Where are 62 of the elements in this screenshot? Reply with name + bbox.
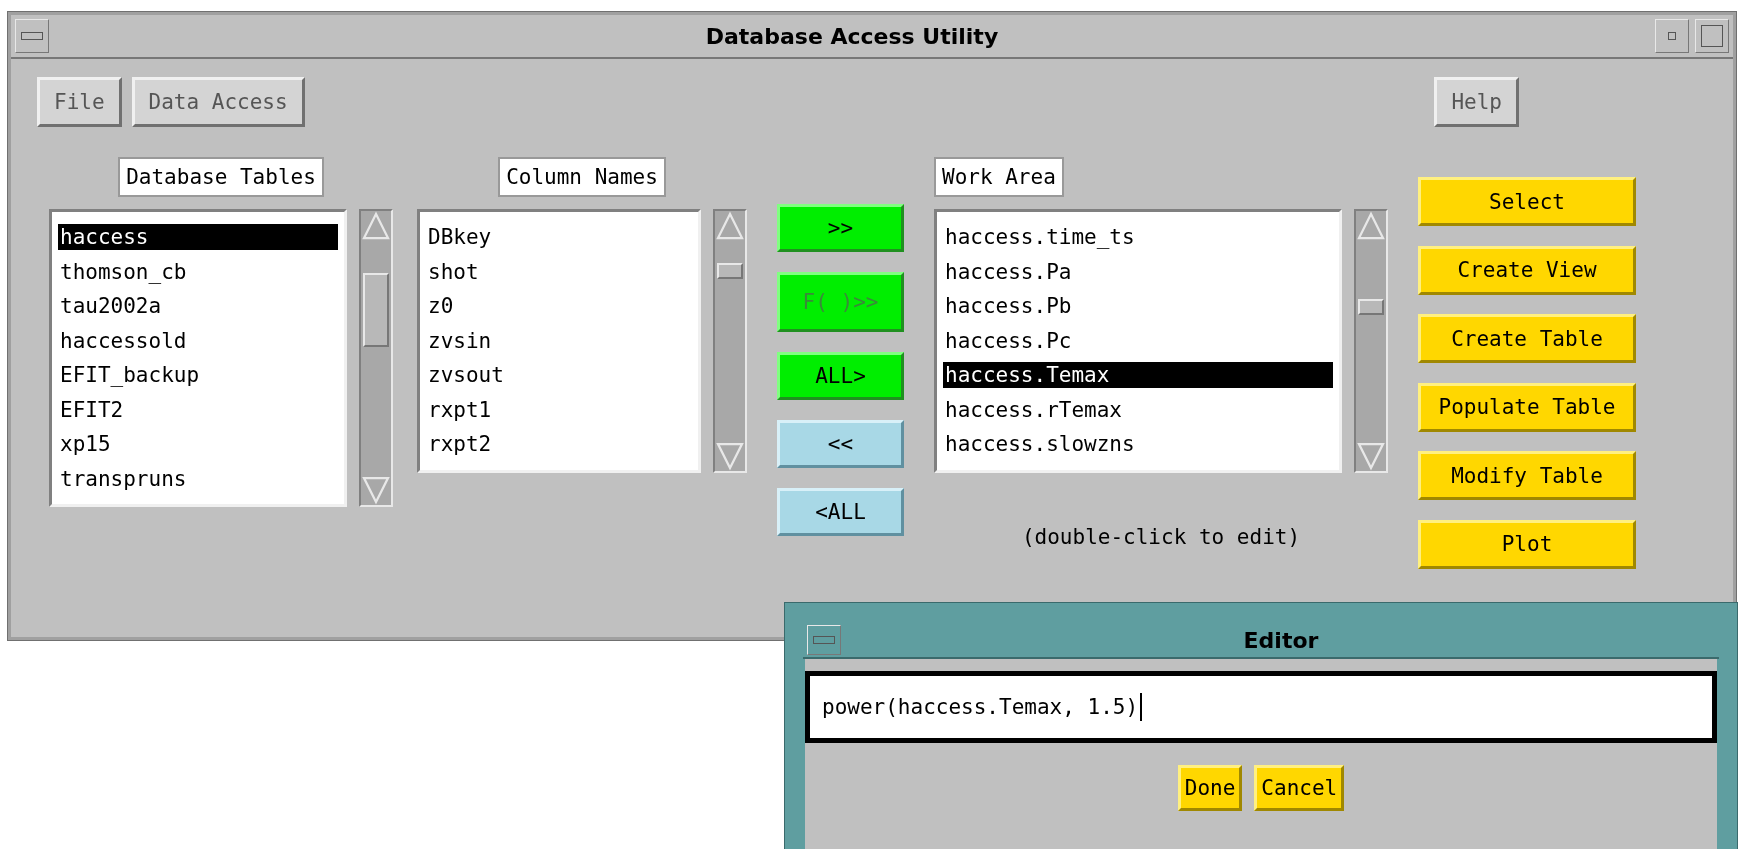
list-item[interactable]: thomson_cb — [58, 254, 338, 289]
list-item[interactable]: tau2002a — [58, 289, 338, 324]
window-title: Editor — [1242, 627, 1320, 653]
window-title: Database Access Utility — [704, 23, 1000, 49]
list-item[interactable]: rxpt1 — [426, 392, 692, 427]
action-button[interactable]: Select — [1418, 177, 1636, 226]
dialog-button[interactable]: Cancel — [1254, 765, 1345, 811]
action-button[interactable]: Plot — [1418, 519, 1636, 569]
transfer-button[interactable]: << — [777, 420, 904, 468]
list-label: Database Tables — [118, 157, 324, 197]
action-button[interactable]: Modify Table — [1418, 451, 1636, 500]
scroll-up-icon[interactable] — [1356, 211, 1386, 241]
list-item[interactable]: transpruns — [58, 461, 338, 496]
scrollbar[interactable] — [359, 209, 393, 507]
menu-button[interactable]: File — [37, 77, 122, 127]
window-menu-icon[interactable] — [807, 625, 841, 655]
list-label: Work Area — [934, 157, 1064, 197]
scroll-thumb[interactable] — [717, 263, 743, 279]
dialog-button[interactable]: Done — [1177, 765, 1243, 811]
list-item[interactable]: haccess.rTemax — [943, 392, 1333, 427]
list-item[interactable]: EFIT_backup — [58, 358, 338, 393]
list-item[interactable]: haccess.Temax — [943, 362, 1333, 388]
transfer-button[interactable]: >> — [777, 204, 904, 252]
window-menu-icon[interactable] — [15, 19, 49, 53]
action-button[interactable]: Create View — [1418, 245, 1636, 295]
minimize-icon[interactable] — [1655, 19, 1689, 53]
list-item[interactable]: haccess.time_ts — [943, 220, 1333, 255]
list-item[interactable]: haccess.Pb — [943, 289, 1333, 324]
scroll-down-icon[interactable] — [1356, 440, 1386, 471]
scroll-thumb[interactable] — [363, 273, 389, 347]
list-item[interactable]: haccess.slowzns — [943, 427, 1333, 462]
list-item[interactable]: zvsin — [426, 323, 692, 358]
field-value: power(haccess.Temax, 1.5) — [822, 695, 1139, 719]
menu-button[interactable]: Data Access — [131, 77, 305, 127]
transfer-button[interactable]: <ALL — [777, 488, 904, 536]
list-item[interactable]: zvsout — [426, 358, 692, 393]
transfer-button[interactable]: ALL> — [777, 352, 904, 400]
scroll-thumb[interactable] — [1358, 299, 1384, 315]
list-item[interactable]: z0 — [426, 289, 692, 324]
action-button[interactable]: Populate Table — [1418, 382, 1636, 432]
list-item[interactable]: rxpt2 — [426, 427, 692, 462]
scrollbar[interactable] — [713, 209, 747, 473]
list-item[interactable]: xp15 — [58, 427, 338, 462]
scroll-up-icon[interactable] — [715, 211, 745, 241]
text-cursor-icon — [1140, 693, 1143, 721]
scroll-down-icon[interactable] — [361, 475, 391, 505]
help-button[interactable]: Help — [1434, 77, 1519, 127]
list-item[interactable]: haccessold — [58, 323, 338, 358]
scroll-down-icon[interactable] — [715, 440, 745, 471]
list-item[interactable]: EFIT2 — [58, 392, 338, 427]
list-item[interactable]: haccess.Pc — [943, 323, 1333, 358]
list-item[interactable]: shot — [426, 254, 692, 289]
list-item[interactable]: haccess — [58, 224, 338, 250]
scroll-up-icon[interactable] — [361, 211, 391, 241]
action-button[interactable]: Create Table — [1418, 314, 1636, 363]
list-item[interactable]: DBkey — [426, 220, 692, 255]
expression-field[interactable]: power(haccess.Temax, 1.5) — [805, 671, 1717, 743]
maximize-icon[interactable] — [1695, 19, 1729, 53]
hint-text: (double-click to edit) — [1021, 524, 1301, 549]
list-item[interactable]: haccess.Pa — [943, 254, 1333, 289]
list-label: Column Names — [498, 157, 666, 197]
scrollbar[interactable] — [1354, 209, 1388, 473]
